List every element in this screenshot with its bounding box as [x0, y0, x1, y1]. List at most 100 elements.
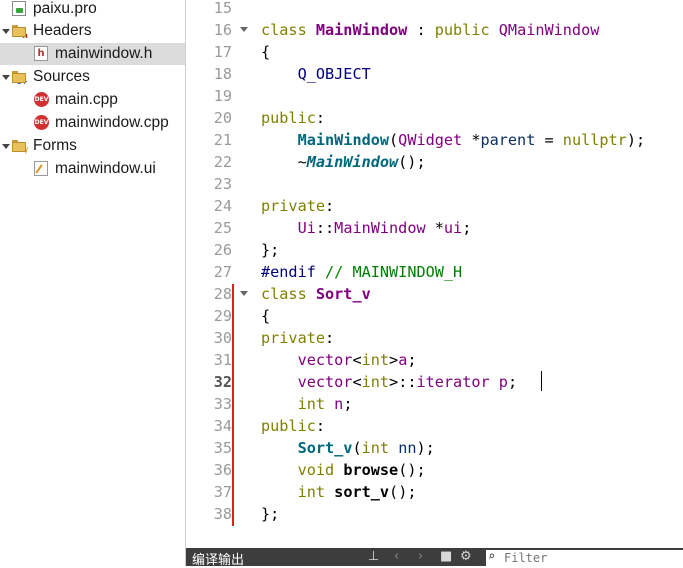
code-line[interactable]: 28 class Sort_v [186, 283, 683, 305]
settings-gear-icon[interactable]: ⚙ [460, 549, 472, 565]
expand-arrow-icon[interactable] [2, 29, 10, 34]
code-text: { [261, 43, 271, 61]
code-line[interactable]: 23 [186, 173, 683, 195]
line-number: 17 [213, 43, 232, 61]
line-number: 29 [213, 307, 232, 325]
fold-arrow-icon[interactable] [240, 27, 248, 32]
search-icon: ⌕ [488, 549, 496, 563]
code-line[interactable]: 18 Q_OBJECT [186, 63, 683, 85]
code-line[interactable]: 37 int sort_v(); [186, 481, 683, 503]
code-line[interactable]: 34 public: [186, 415, 683, 437]
code-line[interactable]: 16 class MainWindow : public QMainWindow [186, 19, 683, 41]
fold-arrow-icon[interactable] [240, 291, 248, 296]
output-pane-bar: 编译输出 ⊥ ‹ › ■ ⚙ ⌕ [186, 548, 683, 568]
code-text: vector<int>a; [297, 351, 417, 369]
tree-item-main-cpp[interactable]: DEV main.cpp [0, 89, 185, 111]
tree-item-label: mainwindow.h [55, 45, 153, 62]
output-panel-title[interactable]: 编译输出 [192, 549, 244, 568]
line-number: 25 [213, 219, 232, 237]
ui-file-icon [34, 161, 48, 176]
code-text: void browse(); [297, 461, 426, 479]
line-number: 18 [213, 65, 232, 83]
stop-icon[interactable]: ■ [440, 549, 452, 565]
header-file-icon: h [34, 46, 48, 61]
folder-icon: h [12, 24, 28, 40]
code-line[interactable]: 27 #endif // MAINWINDOW_H [186, 261, 683, 283]
code-text: class Sort_v [261, 285, 371, 303]
line-number: 34 [213, 417, 232, 435]
pro-file-icon [12, 1, 26, 16]
project-tree: paixu.pro h Headers h mainwindow.h c+ So… [0, 0, 186, 566]
line-number: 30 [213, 329, 232, 347]
line-number: 27 [213, 263, 232, 281]
line-number: 37 [213, 483, 232, 501]
code-line[interactable]: 30 private: [186, 327, 683, 349]
tree-item-paixu-pro[interactable]: paixu.pro [0, 0, 185, 20]
code-line[interactable]: 24 private: [186, 195, 683, 217]
code-line[interactable]: 20 public: [186, 107, 683, 129]
code-text: public: [261, 109, 326, 127]
code-line[interactable]: 29 { [186, 305, 683, 327]
code-line[interactable]: 22 ~MainWindow(); [186, 151, 683, 173]
line-number: 19 [213, 87, 232, 105]
code-text: int sort_v(); [297, 483, 417, 501]
tree-item-mainwindow-h[interactable]: h mainwindow.h [0, 43, 185, 65]
code-text: public: [261, 417, 326, 435]
tree-item-mainwindow-ui[interactable]: mainwindow.ui [0, 158, 185, 180]
line-number: 24 [213, 197, 232, 215]
filter-input[interactable] [504, 550, 674, 566]
line-number: 22 [213, 153, 232, 171]
line-number: 32 [213, 373, 232, 391]
code-text: Sort_v(int nn); [297, 439, 435, 457]
folder-icon: c+ [12, 70, 28, 86]
cpp-file-icon: DEV [34, 92, 49, 107]
code-text: }; [261, 241, 280, 259]
code-text: Ui::MainWindow *ui; [297, 219, 472, 237]
code-line[interactable]: 33 int n; [186, 393, 683, 415]
code-text: int n; [297, 395, 353, 413]
expand-arrow-icon[interactable] [2, 144, 10, 149]
code-line-current[interactable]: 32 vector<int>::iterator p; [186, 371, 683, 393]
code-line[interactable]: 36 void browse(); [186, 459, 683, 481]
code-line[interactable]: 31 vector<int>a; [186, 349, 683, 371]
tree-item-headers[interactable]: h Headers [0, 20, 185, 42]
code-editor[interactable]: 15 16 class MainWindow : public QMainWin… [186, 0, 683, 548]
code-line[interactable]: 25 Ui::MainWindow *ui; [186, 217, 683, 239]
line-number: 28 [213, 285, 232, 303]
code-text: { [261, 307, 271, 325]
tree-item-label: mainwindow.ui [55, 160, 156, 177]
line-number: 15 [213, 0, 232, 17]
code-line[interactable]: 17 { [186, 41, 683, 63]
line-number: 16 [213, 21, 232, 39]
line-number: 31 [213, 351, 232, 369]
code-text: class MainWindow : public QMainWindow [261, 21, 600, 39]
tree-item-forms[interactable]: / Forms [0, 135, 185, 157]
next-icon[interactable]: › [418, 549, 423, 565]
code-text: #endif // MAINWINDOW_H [261, 263, 463, 281]
code-line[interactable]: 19 [186, 85, 683, 107]
tree-item-label: mainwindow.cpp [55, 114, 169, 131]
tree-item-label: Forms [33, 137, 77, 154]
expand-arrow-icon[interactable] [2, 75, 10, 80]
folder-icon: / [12, 139, 28, 155]
tree-item-label: Headers [33, 22, 92, 39]
code-line[interactable]: 35 Sort_v(int nn); [186, 437, 683, 459]
tree-item-mainwindow-cpp[interactable]: DEV mainwindow.cpp [0, 112, 185, 134]
line-number: 33 [213, 395, 232, 413]
previous-icon[interactable]: ‹ [394, 549, 399, 565]
code-text: private: [261, 197, 335, 215]
code-text: Q_OBJECT [297, 65, 371, 83]
line-number: 36 [213, 461, 232, 479]
line-number: 35 [213, 439, 232, 457]
text-cursor [541, 371, 542, 391]
code-line[interactable]: 38 }; [186, 503, 683, 525]
code-text: }; [261, 505, 280, 523]
tree-item-label: main.cpp [55, 91, 118, 108]
code-line[interactable]: 26 }; [186, 239, 683, 261]
filter-field[interactable]: ⌕ [486, 549, 683, 566]
line-number: 38 [213, 505, 232, 523]
build-icon[interactable]: ⊥ [368, 549, 379, 565]
code-line[interactable]: 21 MainWindow(QWidget *parent = nullptr)… [186, 129, 683, 151]
code-line[interactable]: 15 [186, 0, 683, 19]
tree-item-sources[interactable]: c+ Sources [0, 66, 185, 88]
